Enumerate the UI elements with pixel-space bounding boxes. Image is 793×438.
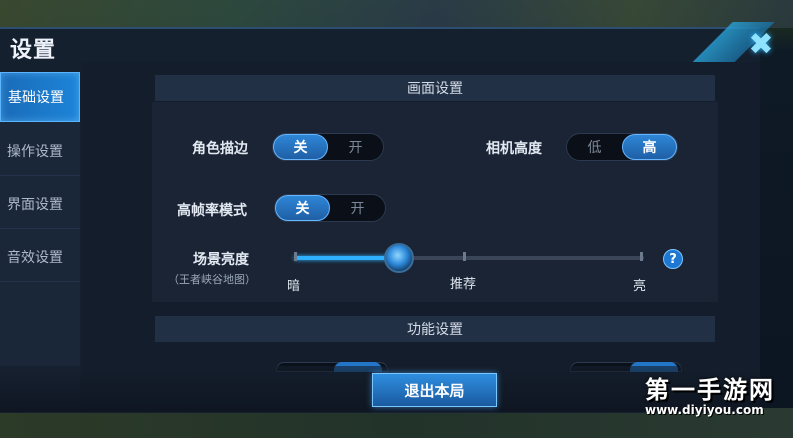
sidebar-item-controls[interactable]: 操作设置 [0, 126, 80, 176]
slider-tick-min [294, 252, 297, 261]
game-hud-strip [0, 0, 793, 28]
high-fps-toggle[interactable]: 关 开 [274, 194, 386, 222]
sidebar-item-label: 界面设置 [7, 196, 63, 213]
camera-height-toggle[interactable]: 低 高 [566, 133, 678, 161]
close-button[interactable]: ✖ [740, 28, 782, 62]
sidebar-item-interface[interactable]: 界面设置 [0, 179, 80, 229]
watermark-title: 第一手游网 [645, 376, 775, 404]
high-fps-label: 高帧率模式 [177, 203, 247, 219]
section-title: 画面设置 [407, 81, 463, 97]
brightness-sublabel: （王者峡谷地图） [168, 273, 256, 286]
brightness-mid-label: 推荐 [450, 277, 477, 292]
high-fps-off-option[interactable]: 关 [275, 195, 331, 221]
close-x-icon: ✖ [748, 27, 774, 62]
slider-tick-mid [463, 252, 466, 261]
brightness-max-label: 亮 [633, 279, 647, 294]
outline-toggle[interactable]: 关 开 [272, 133, 384, 161]
sidebar-item-audio[interactable]: 音效设置 [0, 232, 80, 282]
outline-off-option[interactable]: 关 [273, 134, 329, 160]
camera-low-option[interactable]: 低 [567, 134, 622, 160]
camera-height-label: 相机高度 [486, 141, 542, 157]
high-fps-on-option[interactable]: 开 [330, 195, 385, 221]
camera-high-option[interactable]: 高 [621, 134, 677, 160]
dialog-title: 设置 [10, 38, 57, 63]
brightness-slider[interactable] [294, 243, 644, 273]
sidebar-item-label: 基础设置 [8, 90, 64, 106]
outline-on-option[interactable]: 开 [328, 134, 383, 160]
brightness-slider-knob[interactable] [384, 243, 414, 273]
section-header-display: 画面设置 [155, 75, 715, 101]
brightness-label: 场景亮度 [193, 252, 249, 268]
site-watermark: 第一手游网 www.diyiyou.com [635, 370, 785, 432]
sidebar-item-label: 音效设置 [7, 249, 63, 266]
outline-label: 角色描边 [192, 141, 248, 157]
slider-tick-max [640, 252, 643, 261]
sidebar-item-basic[interactable]: 基础设置 [0, 72, 80, 122]
exit-match-button[interactable]: 退出本局 [372, 373, 497, 407]
section-title: 功能设置 [407, 322, 463, 338]
question-icon[interactable]: ? [663, 249, 683, 269]
watermark-url: www.diyiyou.com [645, 403, 764, 417]
brightness-min-label: 暗 [287, 279, 301, 294]
sidebar-item-label: 操作设置 [7, 143, 63, 160]
settings-sidebar: 基础设置 操作设置 界面设置 音效设置 [0, 72, 80, 412]
section-header-function: 功能设置 [155, 316, 715, 342]
